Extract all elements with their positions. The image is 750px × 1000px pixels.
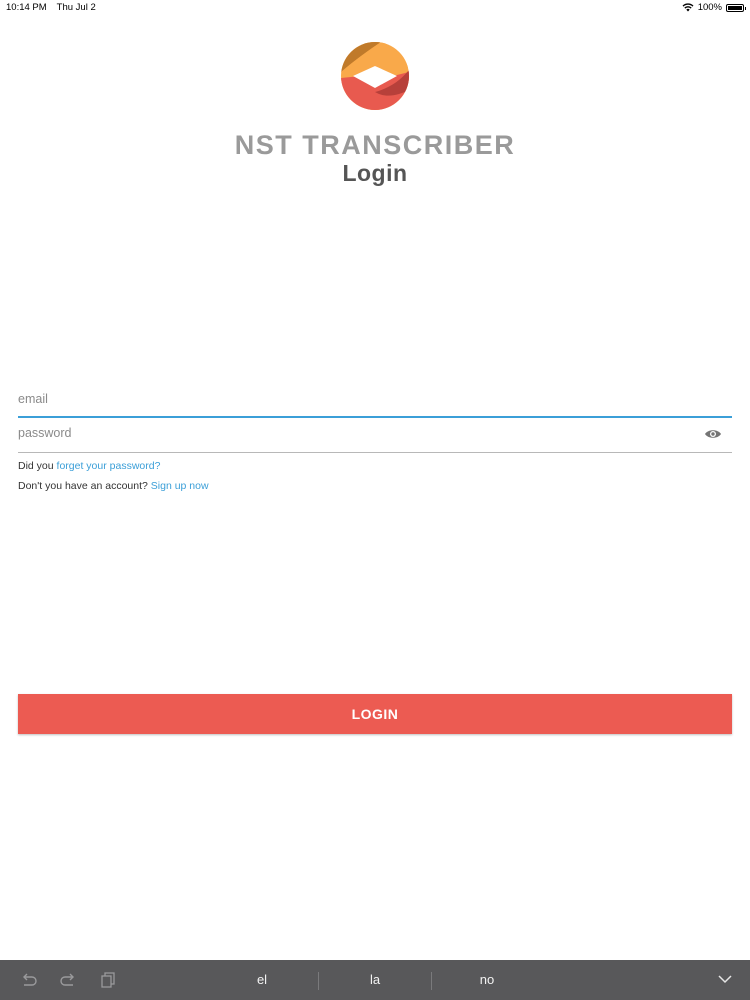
suggestion-3[interactable]: no (431, 972, 543, 987)
show-password-eye-icon[interactable] (704, 428, 722, 440)
login-button-label: LOGIN (351, 706, 399, 722)
status-right: 100% (682, 2, 746, 13)
battery-level (728, 5, 742, 10)
redo-icon[interactable] (59, 972, 77, 988)
login-screen: 10:14 PM Thu Jul 2 100% NST TRANSCRIBER … (0, 0, 750, 1000)
forgot-password-line: Did you forget your password? (18, 460, 160, 472)
login-button[interactable]: LOGIN (18, 694, 732, 734)
keyboard-suggestion-bar: el la no (0, 960, 750, 1000)
undo-icon[interactable] (20, 972, 38, 988)
forgot-prefix: Did you (18, 460, 54, 472)
wifi-icon (682, 3, 694, 12)
password-field-container (18, 420, 732, 453)
sign-up-link[interactable]: Sign up now (151, 480, 209, 492)
status-bar: 10:14 PM Thu Jul 2 100% (0, 0, 750, 16)
app-logo-icon (341, 42, 409, 110)
dismiss-keyboard-icon[interactable] (718, 973, 732, 985)
paste-icon[interactable] (100, 972, 118, 988)
battery-icon (726, 3, 746, 12)
status-time: 10:14 PM (6, 2, 47, 13)
signup-prefix: Don't you have an account? (18, 480, 148, 492)
suggestion-1[interactable]: el (206, 972, 318, 987)
status-date: Thu Jul 2 (56, 2, 96, 13)
signup-line: Don't you have an account? Sign up now (18, 480, 209, 492)
password-input[interactable] (18, 420, 678, 440)
page-title: Login (342, 160, 408, 186)
email-input[interactable] (18, 386, 678, 406)
battery-percent: 100% (697, 2, 722, 13)
email-field-container (18, 386, 732, 418)
status-left: 10:14 PM Thu Jul 2 (6, 2, 96, 13)
app-name: NST TRANSCRIBER (234, 130, 516, 160)
forgot-password-link[interactable]: forget your password? (57, 460, 161, 472)
suggestion-2[interactable]: la (319, 972, 431, 987)
